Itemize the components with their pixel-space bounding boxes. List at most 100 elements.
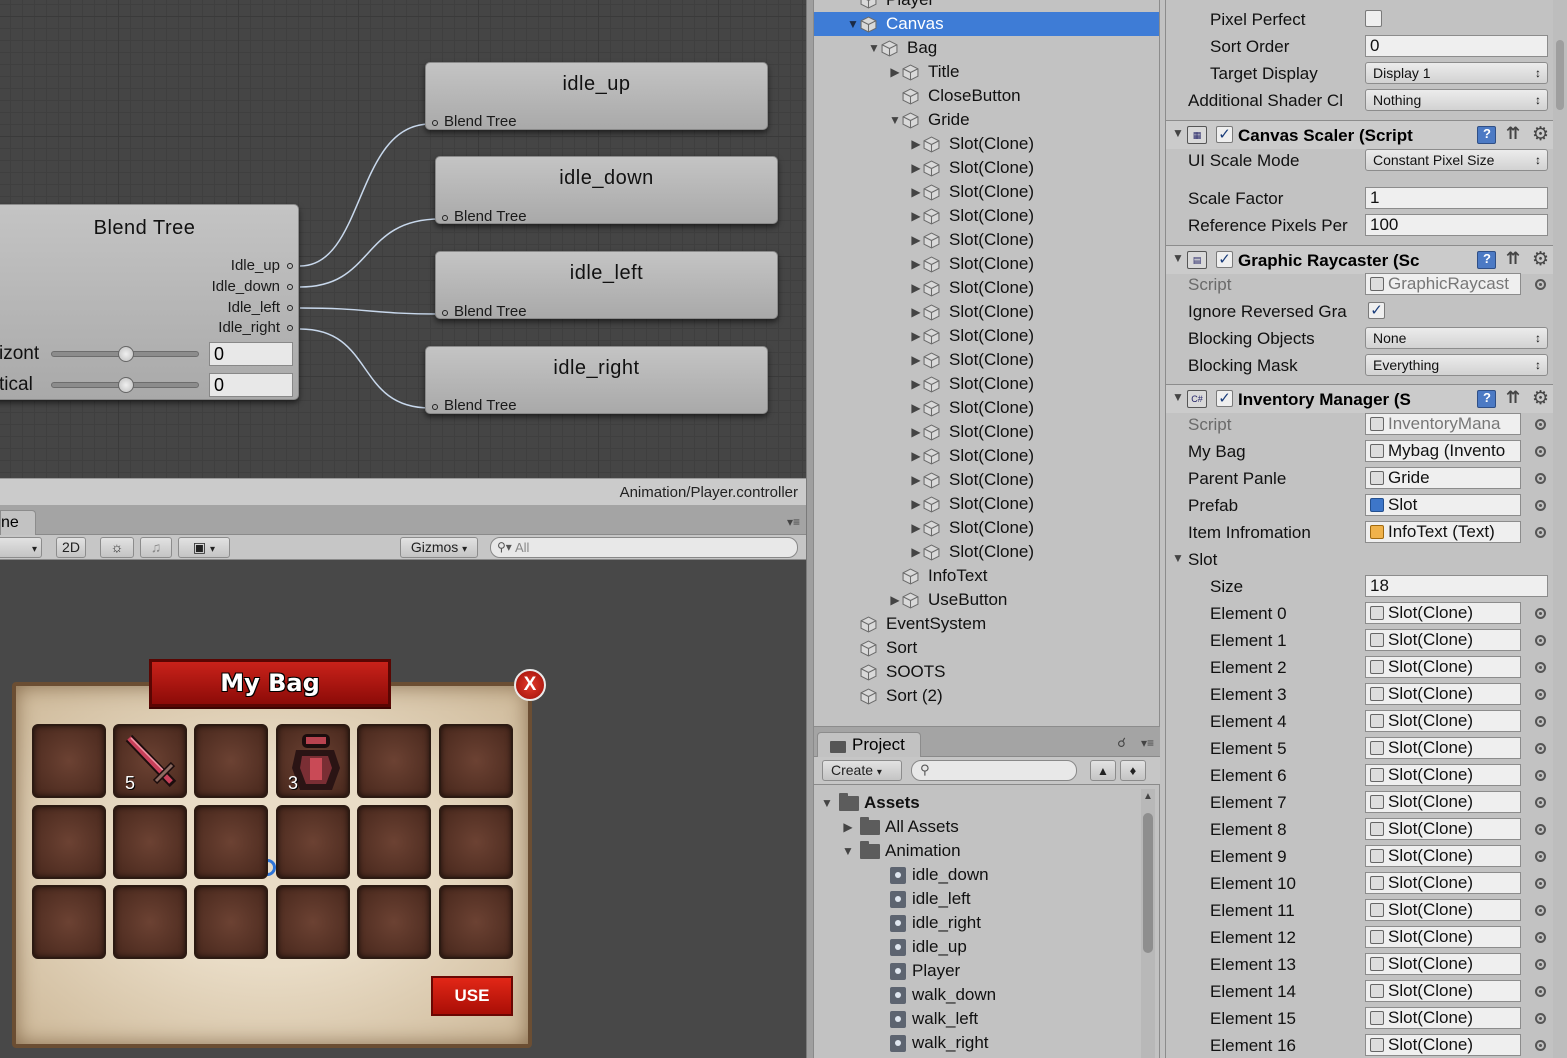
inventory-slot[interactable]: 5 xyxy=(113,724,187,798)
project-scrollbar[interactable]: ▲ xyxy=(1141,789,1155,1058)
scrollbar-thumb[interactable] xyxy=(1143,813,1153,953)
inventory-slot[interactable] xyxy=(113,885,187,959)
state-node-idle-up[interactable]: idle_up Blend Tree xyxy=(425,62,768,130)
collapse-arrow-icon[interactable]: ▶ xyxy=(888,588,902,612)
inventory-slot[interactable] xyxy=(194,724,268,798)
filter-by-label-button[interactable]: ♦ xyxy=(1120,760,1146,781)
object-picker-icon[interactable] xyxy=(1535,770,1546,781)
help-icon[interactable] xyxy=(1477,251,1496,269)
component-enabled-checkbox[interactable]: ✓ xyxy=(1216,126,1233,143)
hierarchy-item[interactable]: ▼ Gride xyxy=(814,108,1159,132)
element-field[interactable]: Slot(Clone) xyxy=(1365,683,1521,705)
object-picker-icon[interactable] xyxy=(1535,905,1546,916)
state-node-idle-left[interactable]: idle_left Blend Tree xyxy=(435,251,778,320)
object-picker-icon[interactable] xyxy=(1535,932,1546,943)
element-field[interactable]: Slot(Clone) xyxy=(1365,791,1521,813)
gear-icon[interactable]: ⚙ xyxy=(1532,248,1549,271)
hierarchy-item[interactable]: ▶ Slot(Clone) xyxy=(814,324,1159,348)
hierarchy-item[interactable]: ▶ Slot(Clone) xyxy=(814,516,1159,540)
collapse-arrow-icon[interactable]: ▶ xyxy=(909,468,923,492)
element-field[interactable]: Slot(Clone) xyxy=(1365,764,1521,786)
ref-pixels-field[interactable]: 100 xyxy=(1365,214,1548,236)
hierarchy-item[interactable]: ▼ Canvas xyxy=(814,12,1159,36)
expand-arrow-icon[interactable]: ▼ xyxy=(888,108,902,132)
blocking-objects-dropdown[interactable]: None xyxy=(1365,327,1548,349)
hierarchy-item[interactable]: ▶ Slot(Clone) xyxy=(814,372,1159,396)
slider-thumb[interactable] xyxy=(118,346,134,362)
object-picker-icon[interactable] xyxy=(1535,824,1546,835)
project-item[interactable]: idle_right xyxy=(814,911,1139,935)
object-picker-icon[interactable] xyxy=(1535,500,1546,511)
inventory-slot[interactable] xyxy=(32,805,106,879)
scale-factor-field[interactable]: 1 xyxy=(1365,187,1548,209)
inventory-slot[interactable] xyxy=(32,885,106,959)
input-port[interactable] xyxy=(442,215,448,221)
collapse-arrow-icon[interactable]: ▶ xyxy=(909,276,923,300)
param-slider[interactable] xyxy=(51,377,199,393)
object-picker-icon[interactable] xyxy=(1535,878,1546,889)
scene-view[interactable]: My Bag X USE 5 3 xyxy=(0,560,806,1058)
object-picker-icon[interactable] xyxy=(1535,743,1546,754)
scrollbar-thumb[interactable] xyxy=(1556,40,1564,110)
hierarchy-item[interactable]: ▶ Slot(Clone) xyxy=(814,492,1159,516)
object-picker-icon[interactable] xyxy=(1535,473,1546,484)
project-search-field[interactable]: ⚲ xyxy=(911,760,1077,781)
ui-scale-mode-dropdown[interactable]: Constant Pixel Size xyxy=(1365,149,1548,171)
lock-icon[interactable]: ☌ xyxy=(1117,735,1126,751)
my-bag-field[interactable]: Mybag (Invento xyxy=(1365,440,1521,462)
slider-thumb[interactable] xyxy=(118,377,134,393)
object-picker-icon[interactable] xyxy=(1535,689,1546,700)
element-field[interactable]: Slot(Clone) xyxy=(1365,737,1521,759)
hierarchy-item[interactable]: EventSystem xyxy=(814,612,1159,636)
preset-icon[interactable]: ⇈ xyxy=(1506,249,1520,269)
collapse-arrow-icon[interactable]: ▶ xyxy=(909,348,923,372)
hierarchy-item[interactable]: ▶ Slot(Clone) xyxy=(814,468,1159,492)
filter-by-type-button[interactable]: ▲ xyxy=(1090,760,1116,781)
expand-arrow-icon[interactable]: ▼ xyxy=(1172,390,1184,404)
object-picker-icon[interactable] xyxy=(1535,851,1546,862)
input-port[interactable] xyxy=(432,120,438,126)
collapse-arrow-icon[interactable]: ▶ xyxy=(909,492,923,516)
collapse-arrow-icon[interactable]: ▶ xyxy=(909,396,923,420)
graphic-raycaster-header[interactable]: ▼ ▤ ✓ Graphic Raycaster (Sc ⇈ ⚙ xyxy=(1166,245,1567,274)
collapse-arrow-icon[interactable]: ▶ xyxy=(909,420,923,444)
blend-tree-node[interactable]: Blend Tree Idle_up Idle_down Idle_left I… xyxy=(0,204,299,400)
element-field[interactable]: Slot(Clone) xyxy=(1365,1034,1521,1056)
help-icon[interactable] xyxy=(1477,126,1496,144)
inventory-slot[interactable] xyxy=(439,724,513,798)
scene-search-field[interactable]: ⚲▾ All xyxy=(490,537,798,558)
collapse-arrow-icon[interactable]: ▶ xyxy=(909,516,923,540)
input-port[interactable] xyxy=(432,404,438,410)
state-node-idle-right[interactable]: idle_right Blend Tree xyxy=(425,346,768,414)
collapse-arrow-icon[interactable]: ▶ xyxy=(909,300,923,324)
hierarchy-item[interactable]: ▶ Slot(Clone) xyxy=(814,444,1159,468)
expand-arrow-icon[interactable]: ▼ xyxy=(820,791,834,815)
preset-icon[interactable]: ⇈ xyxy=(1506,388,1520,408)
create-dropdown[interactable]: Create ▾ xyxy=(822,760,902,781)
output-port[interactable] xyxy=(287,305,293,311)
component-enabled-checkbox[interactable]: ✓ xyxy=(1216,251,1233,268)
hierarchy-item[interactable]: ▶ Slot(Clone) xyxy=(814,420,1159,444)
inventory-slot[interactable] xyxy=(113,805,187,879)
inspector-scrollbar[interactable] xyxy=(1553,0,1567,1058)
inventory-slot[interactable] xyxy=(439,885,513,959)
hierarchy-item[interactable]: Sort xyxy=(814,636,1159,660)
panel-menu-icon[interactable]: ▾≡ xyxy=(787,515,800,529)
animator-panel[interactable]: idle_up Blend Tree idle_down Blend Tree … xyxy=(0,0,806,505)
hierarchy-item[interactable]: ▶ Slot(Clone) xyxy=(814,204,1159,228)
collapse-arrow-icon[interactable]: ▶ xyxy=(909,540,923,564)
collapse-arrow-icon[interactable]: ▶ xyxy=(909,252,923,276)
size-field[interactable]: 18 xyxy=(1365,575,1548,597)
param-slider[interactable] xyxy=(51,346,199,362)
object-picker-icon[interactable] xyxy=(1535,959,1546,970)
slot-array-row[interactable]: ▼ Slot xyxy=(1166,546,1567,573)
panel-splitter[interactable] xyxy=(806,0,814,1058)
element-field[interactable]: Slot(Clone) xyxy=(1365,710,1521,732)
object-picker-icon[interactable] xyxy=(1535,527,1546,538)
parent-panle-field[interactable]: Gride xyxy=(1365,467,1521,489)
param-value-field[interactable]: 0 xyxy=(209,373,293,397)
output-port[interactable] xyxy=(287,325,293,331)
element-field[interactable]: Slot(Clone) xyxy=(1365,602,1521,624)
element-field[interactable]: Slot(Clone) xyxy=(1365,629,1521,651)
tab-scene[interactable]: ne xyxy=(0,510,36,536)
